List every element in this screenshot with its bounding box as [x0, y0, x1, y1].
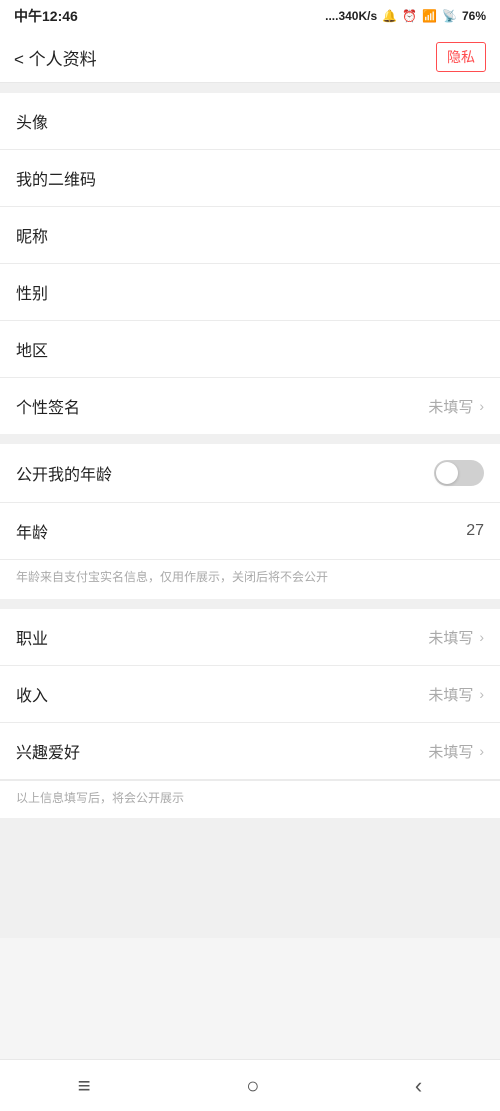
- section-divider-2: [0, 434, 500, 444]
- chevron-icon-income: ›: [479, 686, 484, 702]
- status-icons: ....340K/s 🔔 ⏰ 📶 📡 76%: [325, 9, 486, 23]
- status-clock-icon: ⏰: [402, 9, 417, 23]
- profile-section-3: 职业 未填写 › 收入 未填写 › 兴趣爱好 未填写 › 以上信息填写后，将会公…: [0, 609, 500, 818]
- section-divider-1: [0, 83, 500, 93]
- label-job: 职业: [16, 625, 48, 649]
- section3-note: 以上信息填写后，将会公开展示: [0, 780, 500, 818]
- list-item-public-age[interactable]: 公开我的年龄: [0, 444, 500, 503]
- status-time: 中午12:46: [14, 6, 78, 26]
- signature-value: 未填写: [428, 396, 473, 417]
- profile-section-1: 头像 我的二维码 昵称 性别 地区 个性签名 未填写 ›: [0, 93, 500, 434]
- label-region: 地区: [16, 337, 48, 361]
- privacy-button[interactable]: 隐私: [436, 42, 486, 72]
- section-divider-4: [0, 818, 500, 938]
- list-item-age: 年龄 27: [0, 503, 500, 560]
- label-age: 年龄: [16, 519, 48, 543]
- list-item-nickname[interactable]: 昵称: [0, 207, 500, 264]
- section-divider-3: [0, 599, 500, 609]
- age-toggle[interactable]: [434, 460, 484, 486]
- nav-home-icon[interactable]: ○: [246, 1073, 259, 1099]
- list-item-gender[interactable]: 性别: [0, 264, 500, 321]
- job-value: 未填写: [428, 627, 473, 648]
- age-value: 27: [466, 522, 484, 540]
- list-item-signature[interactable]: 个性签名 未填写 ›: [0, 378, 500, 434]
- nav-menu-icon[interactable]: ≡: [78, 1073, 91, 1099]
- label-signature: 个性签名: [16, 394, 80, 418]
- toggle-knob: [436, 462, 458, 484]
- list-item-hobbies[interactable]: 兴趣爱好 未填写 ›: [0, 723, 500, 780]
- status-wifi-icon: 📡: [442, 9, 457, 23]
- status-battery: 76%: [462, 9, 486, 23]
- back-button[interactable]: < 个人资料: [14, 45, 97, 70]
- status-bell-icon: 🔔: [382, 9, 397, 23]
- right-income: 未填写 ›: [428, 684, 484, 705]
- bottom-nav: ≡ ○ ‹: [0, 1059, 500, 1111]
- age-note: 年龄来自支付宝实名信息，仅用作展示，关闭后将不会公开: [0, 560, 500, 599]
- hobbies-value: 未填写: [428, 741, 473, 762]
- chevron-icon-hobbies: ›: [479, 743, 484, 759]
- label-nickname: 昵称: [16, 223, 48, 247]
- list-item-avatar[interactable]: 头像: [0, 93, 500, 150]
- list-item-job[interactable]: 职业 未填写 ›: [0, 609, 500, 666]
- label-gender: 性别: [16, 280, 48, 304]
- label-income: 收入: [16, 682, 48, 706]
- nav-bar: < 个人资料 隐私: [0, 32, 500, 83]
- nav-back-icon[interactable]: ‹: [415, 1073, 422, 1099]
- chevron-icon-job: ›: [479, 629, 484, 645]
- status-bar: 中午12:46 ....340K/s 🔔 ⏰ 📶 📡 76%: [0, 0, 500, 32]
- list-item-region[interactable]: 地区: [0, 321, 500, 378]
- status-signal-icon: 📶: [422, 9, 437, 23]
- profile-section-2: 公开我的年龄 年龄 27 年龄来自支付宝实名信息，仅用作展示，关闭后将不会公开: [0, 444, 500, 599]
- back-label: < 个人资料: [14, 45, 97, 70]
- right-job: 未填写 ›: [428, 627, 484, 648]
- list-item-income[interactable]: 收入 未填写 ›: [0, 666, 500, 723]
- label-public-age: 公开我的年龄: [16, 461, 112, 485]
- right-hobbies: 未填写 ›: [428, 741, 484, 762]
- right-age: 27: [466, 522, 484, 540]
- list-item-qrcode[interactable]: 我的二维码: [0, 150, 500, 207]
- label-qrcode: 我的二维码: [16, 166, 96, 190]
- status-network: ....340K/s: [325, 9, 377, 23]
- income-value: 未填写: [428, 684, 473, 705]
- label-avatar: 头像: [16, 109, 48, 133]
- label-hobbies: 兴趣爱好: [16, 739, 80, 763]
- chevron-icon-signature: ›: [479, 398, 484, 414]
- right-signature: 未填写 ›: [428, 396, 484, 417]
- right-public-age: [434, 460, 484, 486]
